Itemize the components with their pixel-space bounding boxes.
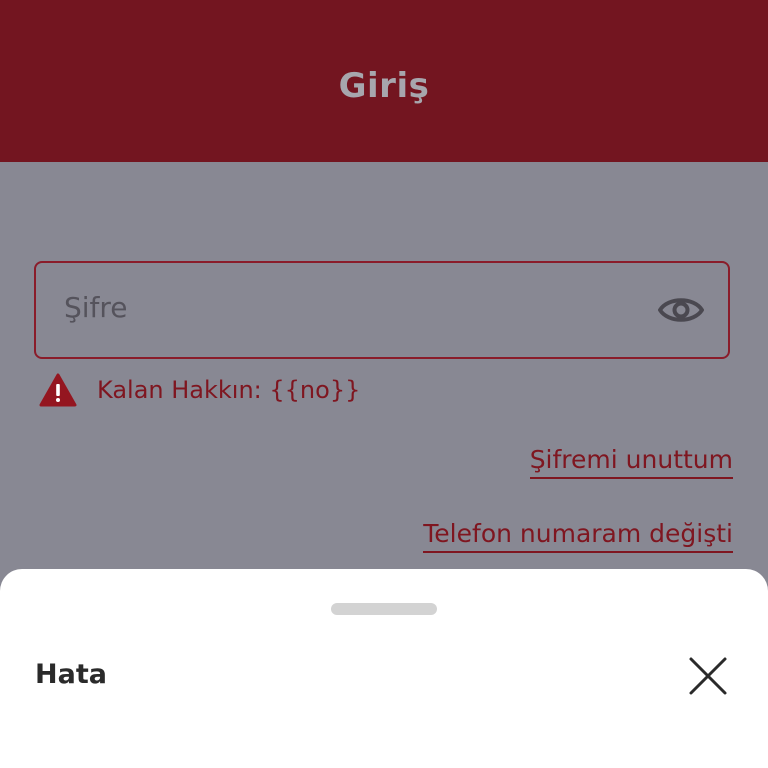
- warning-text: Kalan Hakkın: {{no}}: [97, 376, 361, 404]
- error-bottom-sheet: Hata: [0, 569, 768, 768]
- eye-icon[interactable]: [658, 292, 704, 328]
- password-field[interactable]: Şifre: [34, 261, 730, 359]
- sheet-title: Hata: [35, 659, 107, 690]
- app-header: Giriş: [0, 0, 768, 162]
- remaining-attempts-warning: Kalan Hakkın: {{no}}: [39, 370, 360, 410]
- forgot-password-link[interactable]: Şifremi unuttum: [529, 446, 733, 479]
- phone-changed-link[interactable]: Telefon numaram değişti: [423, 520, 733, 553]
- login-screen: Giriş Şifre Kalan Hakkın: {{no}} Şifremi…: [0, 0, 768, 768]
- drag-handle[interactable]: [331, 603, 437, 615]
- password-placeholder: Şifre: [64, 291, 128, 324]
- close-icon[interactable]: [688, 656, 728, 696]
- page-title: Giriş: [338, 66, 430, 106]
- warning-triangle-icon: [39, 373, 77, 407]
